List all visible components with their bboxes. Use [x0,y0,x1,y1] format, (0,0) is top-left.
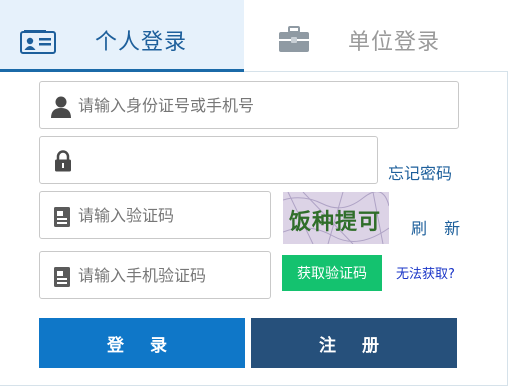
password-field[interactable] [39,136,378,184]
sms-code-field[interactable] [39,251,271,299]
id-or-phone-field[interactable] [39,81,459,129]
sms-code-input[interactable] [78,252,263,298]
register-button[interactable]: 注 册 [251,318,457,368]
forgot-password-link[interactable]: 忘记密码 [388,160,452,184]
user-icon [50,95,72,123]
card-icon [53,206,71,232]
tab-personal-login[interactable]: 个人登录 [0,0,244,72]
get-sms-code-button[interactable]: 获取验证码 [282,255,382,291]
captcha-image[interactable]: 饭种提可 [282,191,390,245]
id-or-phone-input[interactable] [78,82,448,128]
id-card-icon [20,29,56,59]
captcha-input[interactable] [78,192,263,238]
login-button[interactable]: 登 录 [39,318,245,368]
card-icon [53,266,71,292]
cannot-get-code-link[interactable]: 无法获取? [396,263,455,282]
tab-unit-label: 单位登录 [348,30,441,55]
refresh-captcha-link[interactable]: 刷 新 [411,215,466,239]
tab-personal-label: 个人登录 [95,30,188,55]
briefcase-icon [278,26,310,58]
lock-icon [54,150,72,176]
captcha-field[interactable] [39,191,271,239]
captcha-text: 饭种提可 [289,209,381,235]
password-input[interactable] [78,137,368,183]
tab-unit-login[interactable]: 单位登录 [244,0,508,72]
